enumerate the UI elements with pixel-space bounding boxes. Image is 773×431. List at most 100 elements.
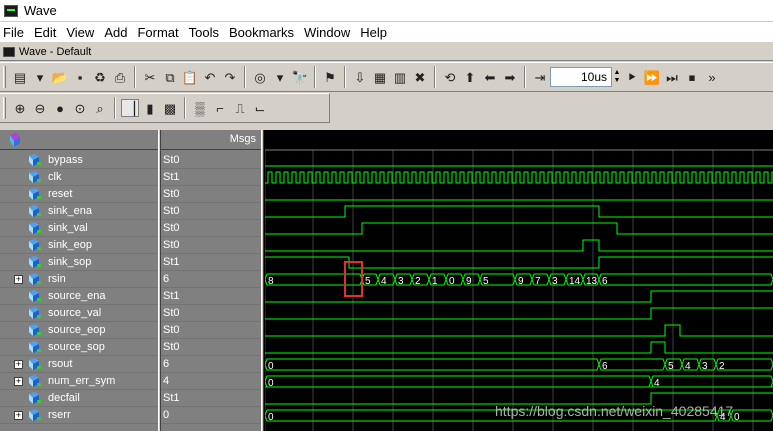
edge-find-icon[interactable]: ⌙ [251, 99, 269, 117]
signal-row-rserr[interactable]: + rserr [0, 407, 160, 424]
value-row-clk[interactable]: St1 [161, 169, 262, 186]
more-tools-icon[interactable]: » [703, 68, 721, 86]
save-icon[interactable]: ▪ [71, 68, 89, 86]
menu-file[interactable]: File [0, 25, 30, 40]
value-row-rsout[interactable]: 6 [161, 356, 262, 373]
menu-help[interactable]: Help [356, 25, 393, 40]
signal-row-rsout[interactable]: + rsout [0, 356, 160, 373]
run-time-input[interactable]: 10us [550, 67, 612, 87]
wave-color-icon[interactable]: ▒ [191, 99, 209, 117]
menu-tools[interactable]: Tools [185, 25, 225, 40]
signal-row-rsin[interactable]: + rsin [0, 271, 160, 288]
wave-window-icon [3, 46, 15, 57]
step-forward-icon[interactable]: ➡ [501, 68, 519, 86]
toolbar-grip[interactable] [3, 66, 6, 88]
signal-row-sink_ena[interactable]: sink_ena [0, 203, 160, 220]
copy-icon[interactable]: ⧉ [161, 68, 179, 86]
signal-icon [28, 255, 42, 269]
values-wave-divider[interactable] [261, 130, 264, 431]
value-row-sink_eop[interactable]: St0 [161, 237, 262, 254]
wave-style-fill-icon[interactable]: ▩ [161, 99, 179, 117]
menu-bar: File Edit View Add Format Tools Bookmark… [0, 22, 773, 42]
redo-icon[interactable]: ↷ [221, 68, 239, 86]
menu-edit[interactable]: Edit [30, 25, 62, 40]
wave-num_err_sym-segment [650, 375, 773, 388]
value-row-bypass[interactable]: St0 [161, 152, 262, 169]
value-row-source_val[interactable]: St0 [161, 305, 262, 322]
signal-row-decfail[interactable]: decfail [0, 390, 160, 407]
menu-window[interactable]: Window [300, 25, 356, 40]
menu-format[interactable]: Format [133, 25, 184, 40]
zoom-range-icon[interactable]: ⌕ [91, 99, 109, 117]
run-length-icon[interactable]: ⇥ [531, 68, 549, 86]
wave-compare-icon[interactable]: ▥ [391, 68, 409, 86]
value-row-sink_sop[interactable]: St1 [161, 254, 262, 271]
zoom-in-icon[interactable]: ⊕ [11, 99, 29, 117]
compile-icon[interactable]: ◎ [251, 68, 269, 86]
open-icon[interactable]: 📂 [51, 68, 69, 86]
edge-prev-icon[interactable]: ⌐ [211, 99, 229, 117]
edge-next-icon[interactable]: ⎍ [231, 99, 249, 117]
restart-icon[interactable]: ⟲ [441, 68, 459, 86]
signal-icon [28, 306, 42, 320]
run-all-icon[interactable]: ⏭ [663, 68, 681, 86]
value-row-source_ena[interactable]: St1 [161, 288, 262, 305]
zoom-out-icon[interactable]: ⊖ [31, 99, 49, 117]
insert-icon[interactable]: ⇩ [351, 68, 369, 86]
wave-style-line-icon[interactable]: ▕ [121, 99, 139, 117]
step-up-icon[interactable]: ⬆ [461, 68, 479, 86]
value-row-decfail[interactable]: St1 [161, 390, 262, 407]
signal-menu-icon[interactable] [8, 133, 24, 147]
signal-row-sink_val[interactable]: sink_val [0, 220, 160, 237]
value-row-num_err_sym[interactable]: 4 [161, 373, 262, 390]
value-row-reset[interactable]: St0 [161, 186, 262, 203]
wave-rsout-label: 5 [668, 361, 674, 372]
new-file-icon[interactable]: ▤ [11, 68, 29, 86]
run-time-spinner[interactable]: ▲ ▼ [612, 67, 622, 87]
signal-row-sink_eop[interactable]: sink_eop [0, 237, 160, 254]
value-row-source_sop[interactable]: St0 [161, 339, 262, 356]
step-back-icon[interactable]: ⬅ [481, 68, 499, 86]
value-row-source_eop[interactable]: St0 [161, 322, 262, 339]
signal-row-reset[interactable]: reset [0, 186, 160, 203]
simulate-icon[interactable]: ⚑ [321, 68, 339, 86]
undo-icon[interactable]: ↶ [201, 68, 219, 86]
value-row-rsin[interactable]: 6 [161, 271, 262, 288]
value-row-rserr[interactable]: 0 [161, 407, 262, 424]
memory-icon[interactable]: ▦ [371, 68, 389, 86]
value-row-sink_ena[interactable]: St0 [161, 203, 262, 220]
delete-wave-icon[interactable]: ✖ [411, 68, 429, 86]
waveform-canvas[interactable]: 8 5 4 3 2 1 0 9 5 9 7 3 14 13 60 6 5 4 3 20 40 4 0 [265, 130, 773, 431]
signal-row-sink_sop[interactable]: sink_sop [0, 254, 160, 271]
expand-icon[interactable]: + [14, 410, 23, 420]
signal-row-source_sop[interactable]: source_sop [0, 339, 160, 356]
menu-bookmarks[interactable]: Bookmarks [225, 25, 300, 40]
dropdown-arrow-icon[interactable]: ▾ [271, 68, 289, 86]
zoom-cursor-icon[interactable]: ⊙ [71, 99, 89, 117]
menu-view[interactable]: View [62, 25, 100, 40]
expand-icon[interactable]: + [14, 376, 23, 386]
expand-icon[interactable]: + [14, 359, 23, 369]
print-icon[interactable]: ⎙ [111, 68, 129, 86]
signal-row-source_val[interactable]: source_val [0, 305, 160, 322]
value-row-sink_val[interactable]: St0 [161, 220, 262, 237]
find-icon[interactable]: 🔭 [291, 68, 309, 86]
expand-icon[interactable]: + [14, 274, 23, 284]
zoom-full-icon[interactable]: ● [51, 99, 69, 117]
signal-row-source_ena[interactable]: source_ena [0, 288, 160, 305]
toolbar-grip[interactable] [3, 97, 6, 119]
menu-add[interactable]: Add [100, 25, 133, 40]
run-icon[interactable]: ⯈ [623, 68, 641, 86]
continue-icon[interactable]: ⏩ [643, 68, 661, 86]
break-icon[interactable]: ⏹ [683, 68, 701, 86]
open-folder-icon[interactable]: ▾ [31, 68, 49, 86]
refresh-icon[interactable]: ♻ [91, 68, 109, 86]
signal-row-num_err_sym[interactable]: + num_err_sym [0, 373, 160, 390]
paste-icon[interactable]: 📋 [181, 68, 199, 86]
signal-row-source_eop[interactable]: source_eop [0, 322, 160, 339]
cut-icon[interactable]: ✂ [141, 68, 159, 86]
wave-style-block-icon[interactable]: ▮ [141, 99, 159, 117]
signal-row-bypass[interactable]: bypass [0, 152, 160, 169]
waveform-pane[interactable]: 8 5 4 3 2 1 0 9 5 9 7 3 14 13 6 0 6 5 4 3 2 0 4 0 4 0 [265, 130, 773, 431]
signal-row-clk[interactable]: clk [0, 169, 160, 186]
